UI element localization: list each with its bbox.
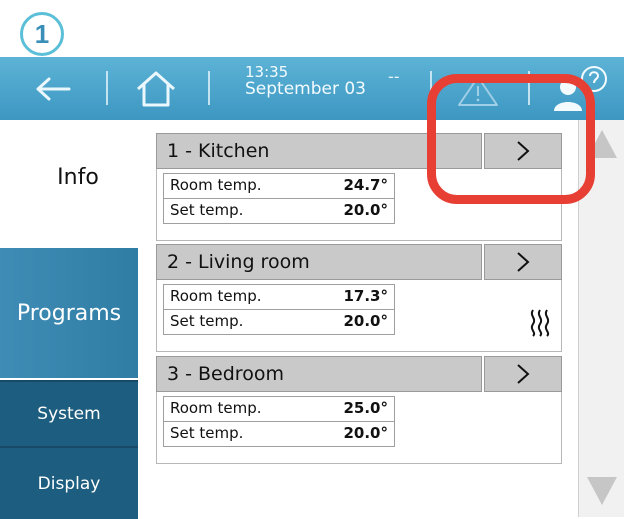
room-temp-label: Room temp. — [170, 287, 262, 305]
home-icon — [137, 71, 175, 107]
nav-programs[interactable]: Programs — [0, 248, 138, 378]
toolbar-divider — [106, 71, 108, 105]
calendar-date: September 03 — [245, 78, 367, 99]
set-temp-value: 20.0° — [343, 201, 388, 219]
step-number-badge: 1 — [20, 12, 64, 56]
zone-title[interactable]: 3 - Bedroom — [156, 356, 482, 392]
set-temp-value: 20.0° — [343, 424, 388, 442]
highlight-annotation — [427, 74, 595, 204]
set-temp-label: Set temp. — [170, 312, 244, 330]
toolbar-divider — [208, 71, 210, 105]
nav-display[interactable]: Display — [0, 446, 138, 519]
set-temp-row: Set temp. 20.0° — [163, 198, 395, 224]
nav-info[interactable]: Info — [18, 165, 138, 190]
status-text: -- — [388, 67, 400, 86]
set-temp-row: Set temp. 20.0° — [163, 421, 395, 447]
back-button[interactable] — [28, 69, 78, 109]
room-temp-row: Room temp. 25.0° — [163, 396, 395, 422]
room-temp-label: Room temp. — [170, 399, 262, 417]
set-temp-label: Set temp. — [170, 201, 244, 219]
scroll-down-icon[interactable] — [583, 471, 621, 511]
home-button[interactable] — [130, 67, 182, 111]
nav-system[interactable]: System — [0, 380, 138, 446]
room-temp-value: 25.0° — [343, 399, 388, 417]
room-temp-row: Room temp. 17.3° — [163, 284, 395, 310]
zone-card-living-room: 2 - Living room Room temp. 17.3° Set tem… — [156, 244, 562, 354]
datetime-display: 13:35 September 03 — [245, 64, 367, 99]
set-temp-row: Set temp. 20.0° — [163, 309, 395, 335]
chevron-right-icon — [517, 252, 530, 272]
zone-readings: Room temp. 25.0° Set temp. 20.0° — [156, 392, 562, 464]
chevron-right-icon — [517, 364, 530, 384]
back-arrow-icon — [36, 77, 71, 101]
zone-open-button[interactable] — [484, 244, 562, 280]
room-temp-label: Room temp. — [170, 176, 262, 194]
set-temp-value: 20.0° — [343, 312, 388, 330]
heating-icon — [530, 309, 550, 337]
room-temp-value: 24.7° — [343, 176, 388, 194]
zone-card-bedroom: 3 - Bedroom Room temp. 25.0° Set temp. 2… — [156, 356, 562, 466]
set-temp-label: Set temp. — [170, 424, 244, 442]
room-temp-value: 17.3° — [343, 287, 388, 305]
zone-readings: Room temp. 17.3° Set temp. 20.0° — [156, 280, 562, 352]
room-temp-row: Room temp. 24.7° — [163, 173, 395, 199]
zone-open-button[interactable] — [484, 356, 562, 392]
zone-title[interactable]: 2 - Living room — [156, 244, 482, 280]
